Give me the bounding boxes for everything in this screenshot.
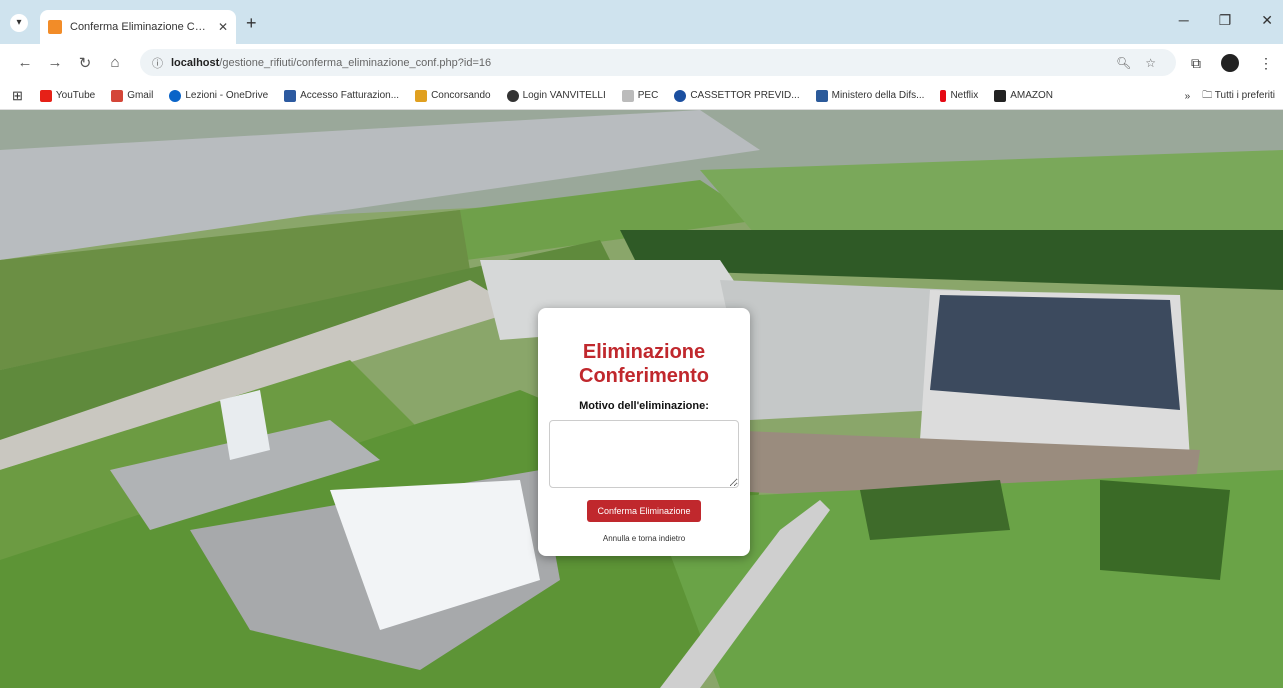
bookmarks-bar: ⊞ YouTube Gmail Lezioni - OneDrive Acces…: [0, 82, 1283, 110]
toolbar: ← → ↻ ⌂ ⓘ localhost /gestione_rifiuti/co…: [0, 44, 1283, 82]
close-tab-icon[interactable]: ✕: [218, 20, 228, 34]
folder-icon: 🗀: [1202, 89, 1213, 101]
bookmark-star-icon[interactable]: ☆: [1145, 56, 1156, 70]
bookmark-vanvitelli[interactable]: Login VANVITELLI: [502, 89, 611, 102]
bookmark-amazon[interactable]: AMAZON: [989, 89, 1058, 102]
bookmark-cassetto[interactable]: CASSETTOR PREVID...: [669, 89, 804, 102]
bookmark-netflix[interactable]: Netflix: [935, 89, 983, 102]
zoom-icon[interactable]: 🔍︎: [1116, 56, 1131, 70]
fatturazione-icon: [284, 89, 297, 102]
address-bar[interactable]: ⓘ localhost /gestione_rifiuti/conferma_e…: [140, 49, 1176, 76]
back-icon[interactable]: ←: [12, 54, 38, 72]
reason-label: Motivo dell'eliminazione:: [579, 400, 709, 412]
home-icon[interactable]: ⌂: [102, 54, 128, 72]
all-bookmarks[interactable]: 🗀 Tutti i preferiti: [1202, 88, 1275, 105]
concorsando-icon: [415, 89, 428, 102]
url-path: /gestione_rifiuti/conferma_eliminazione_…: [219, 56, 492, 69]
cloud-icon: [169, 89, 182, 102]
apps-grid-icon[interactable]: ⊞: [12, 88, 23, 104]
bookmark-pec[interactable]: PEC: [617, 89, 664, 102]
youtube-icon: [39, 89, 52, 102]
profile-avatar[interactable]: [1221, 54, 1239, 72]
new-tab-icon[interactable]: +: [246, 14, 257, 32]
tab-search-icon[interactable]: ▾: [10, 14, 28, 32]
browser-tab-bar: ▾ Conferma Eliminazione Confer... ✕ + ─ …: [0, 0, 1283, 44]
minimize-icon[interactable]: ─: [1179, 12, 1189, 29]
bookmark-concorsando[interactable]: Concorsando: [410, 89, 495, 102]
window-controls: ─ ❐ ✕: [1179, 12, 1273, 29]
amazon-icon: [994, 89, 1007, 102]
page-background: Eliminazione Conferimento Motivo dell'el…: [0, 110, 1283, 688]
dialog-title: Eliminazione Conferimento: [579, 341, 709, 387]
url-host: localhost: [171, 56, 220, 69]
bookmark-gmail[interactable]: Gmail: [106, 89, 158, 102]
ministero-icon: [815, 89, 828, 102]
cassetto-icon: [674, 89, 687, 102]
pec-icon: [621, 89, 634, 102]
confirm-delete-button[interactable]: Conferma Eliminazione: [587, 500, 701, 522]
favicon-icon: [48, 20, 62, 34]
restore-icon[interactable]: ❐: [1219, 12, 1232, 29]
menu-icon[interactable]: ⋮: [1259, 55, 1273, 72]
more-bookmarks-icon[interactable]: »: [1185, 91, 1191, 102]
bookmark-ministero[interactable]: Ministero della Difs...: [811, 89, 930, 102]
extensions-icon[interactable]: ⧉: [1191, 55, 1201, 72]
reason-textarea[interactable]: [549, 420, 739, 488]
cancel-link[interactable]: Annulla e torna indietro: [538, 534, 750, 543]
reload-icon[interactable]: ↻: [72, 54, 98, 72]
browser-tab-active[interactable]: Conferma Eliminazione Confer... ✕: [40, 10, 236, 44]
close-window-icon[interactable]: ✕: [1261, 12, 1273, 29]
bookmark-fatturazione[interactable]: Accesso Fatturazion...: [279, 89, 404, 102]
gmail-icon: [111, 89, 124, 102]
tab-title: Conferma Eliminazione Confer...: [70, 21, 210, 33]
netflix-icon: [940, 89, 947, 102]
delete-confirmation-dialog: Eliminazione Conferimento Motivo dell'el…: [538, 308, 750, 556]
forward-icon[interactable]: →: [42, 54, 68, 72]
bookmark-youtube[interactable]: YouTube: [35, 89, 100, 102]
site-info-icon[interactable]: ⓘ: [152, 55, 163, 71]
bookmark-onedrive[interactable]: Lezioni - OneDrive: [164, 89, 273, 102]
vanvitelli-icon: [506, 89, 519, 102]
